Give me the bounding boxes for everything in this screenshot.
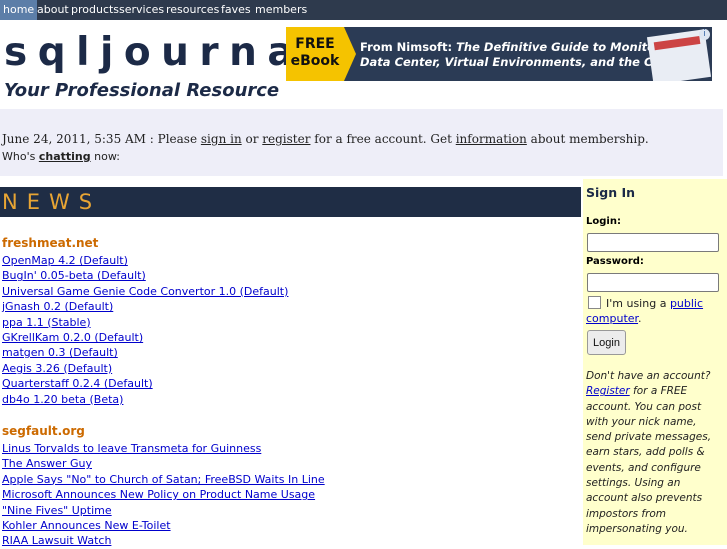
news-link[interactable]: jGnash 0.2 (Default) (2, 300, 113, 313)
list-item: Linus Torvalds to leave Transmeta for Gu… (2, 441, 325, 456)
list-item: Universal Game Genie Code Convertor 1.0 … (2, 284, 288, 299)
list-item: BugIn' 0.05-beta (Default) (2, 268, 288, 283)
ad-info-icon[interactable]: i (699, 29, 710, 40)
chatting-link[interactable]: chatting (39, 150, 91, 163)
news-link[interactable]: "Nine Fives" Uptime (2, 504, 112, 517)
nav-about[interactable]: about (34, 0, 72, 20)
news-title: NEWS (2, 190, 102, 214)
news-link[interactable]: db4o 1.20 beta (Beta) (2, 393, 123, 406)
site-logo[interactable]: sqljournal (4, 30, 328, 76)
list-item: Apple Says "No" to Church of Satan; Free… (2, 472, 325, 487)
list-item: jGnash 0.2 (Default) (2, 299, 288, 314)
list-item: ppa 1.1 (Stable) (2, 315, 288, 330)
nav-members[interactable]: members (252, 0, 310, 20)
list-item: Aegis 3.26 (Default) (2, 361, 288, 376)
public-computer-row: I'm using a public computer. (586, 296, 726, 326)
news-link[interactable]: matgen 0.3 (Default) (2, 346, 118, 359)
list-item: RIAA Lawsuit Watch (2, 533, 325, 548)
nav-products[interactable]: products (68, 0, 122, 20)
list-item: "Nine Fives" Uptime (2, 503, 325, 518)
list-item: Microsoft Announces New Policy on Produc… (2, 487, 325, 502)
ad-free-badge: FREE eBook (286, 27, 344, 81)
chat-suffix: now: (90, 150, 120, 163)
list-item: db4o 1.20 beta (Beta) (2, 392, 288, 407)
free-account-text: for a free account. Get (310, 132, 456, 146)
news-link[interactable]: Quarterstaff 0.2.4 (Default) (2, 377, 153, 390)
list-item: matgen 0.3 (Default) (2, 345, 288, 360)
list-item: OpenMap 4.2 (Default) (2, 253, 288, 268)
site-tagline: Your Professional Resource (4, 80, 280, 101)
chat-prefix: Who's (2, 150, 39, 163)
register-link[interactable]: register (262, 132, 310, 146)
ad-badge-line2: eBook (290, 53, 340, 69)
or-text: or (241, 132, 263, 146)
segfault-news-list: Linus Torvalds to leave Transmeta for Gu… (2, 441, 325, 549)
news-link[interactable]: ppa 1.1 (Stable) (2, 316, 91, 329)
signup-body: for a FREE account. You can post with yo… (586, 385, 712, 535)
freshmeat-news-list: OpenMap 4.2 (Default) BugIn' 0.05-beta (… (2, 253, 288, 407)
nav-home[interactable]: home (0, 0, 38, 20)
ad-sponsor: From Nimsoft: (360, 40, 457, 54)
list-item: The Answer Guy (2, 456, 325, 471)
news-link[interactable]: Microsoft Announces New Policy on Produc… (2, 488, 315, 501)
section-freshmeat-title: freshmeat.net (2, 236, 99, 250)
list-item: Quarterstaff 0.2.4 (Default) (2, 376, 288, 391)
news-link[interactable]: Apple Says "No" to Church of Satan; Free… (2, 473, 325, 486)
public-computer-checkbox[interactable] (588, 296, 601, 309)
list-item: Kohler Announces New E-Toilet (2, 518, 325, 533)
chat-line: Who's chatting now: (2, 150, 120, 163)
login-label: Login: (586, 216, 621, 227)
ad-banner[interactable]: FREE eBook From Nimsoft: The Definitive … (286, 27, 712, 81)
information-link[interactable]: information (456, 132, 527, 146)
nav-resources[interactable]: resources (163, 0, 222, 20)
welcome-line: June 24, 2011, 5:35 AM : Please sign in … (2, 132, 649, 146)
public-computer-suffix: . (638, 312, 642, 325)
news-link[interactable]: The Answer Guy (2, 457, 92, 470)
ad-badge-notch (344, 27, 356, 81)
public-computer-prefix: I'm using a (606, 297, 670, 310)
news-link[interactable]: RIAA Lawsuit Watch (2, 534, 111, 547)
signup-register-link[interactable]: Register (586, 385, 630, 397)
news-link[interactable]: GKrellKam 0.2.0 (Default) (2, 331, 143, 344)
password-label: Password: (586, 256, 644, 267)
login-button[interactable]: Login (587, 330, 626, 355)
nav-services[interactable]: services (116, 0, 167, 20)
news-link[interactable]: BugIn' 0.05-beta (Default) (2, 269, 146, 282)
news-link[interactable]: Aegis 3.26 (Default) (2, 362, 112, 375)
news-link[interactable]: Linus Torvalds to leave Transmeta for Gu… (2, 442, 261, 455)
news-link[interactable]: Universal Game Genie Code Convertor 1.0 … (2, 285, 288, 298)
signup-info: Don't have an account? Register for a FRE… (586, 369, 724, 537)
list-item: GKrellKam 0.2.0 (Default) (2, 330, 288, 345)
sign-in-link[interactable]: sign in (201, 132, 242, 146)
ad-badge-line1: FREE (295, 36, 335, 52)
password-input[interactable] (587, 273, 719, 292)
news-link[interactable]: OpenMap 4.2 (Default) (2, 254, 128, 267)
ad-headline-line2: Data Center, Virtual Environments, and t… (360, 55, 681, 69)
nav-faves[interactable]: faves (218, 0, 254, 20)
top-navigation: home about products services resources f… (0, 0, 727, 20)
section-segfault-title: segfault.org (2, 424, 85, 438)
news-link[interactable]: Kohler Announces New E-Toilet (2, 519, 171, 532)
date-text: June 24, 2011, 5:35 AM : Please (2, 132, 201, 146)
membership-text: about membership. (526, 132, 649, 146)
sign-in-title: Sign In (586, 185, 636, 200)
login-input[interactable] (587, 233, 719, 252)
signup-prompt: Don't have an account? (586, 370, 711, 382)
